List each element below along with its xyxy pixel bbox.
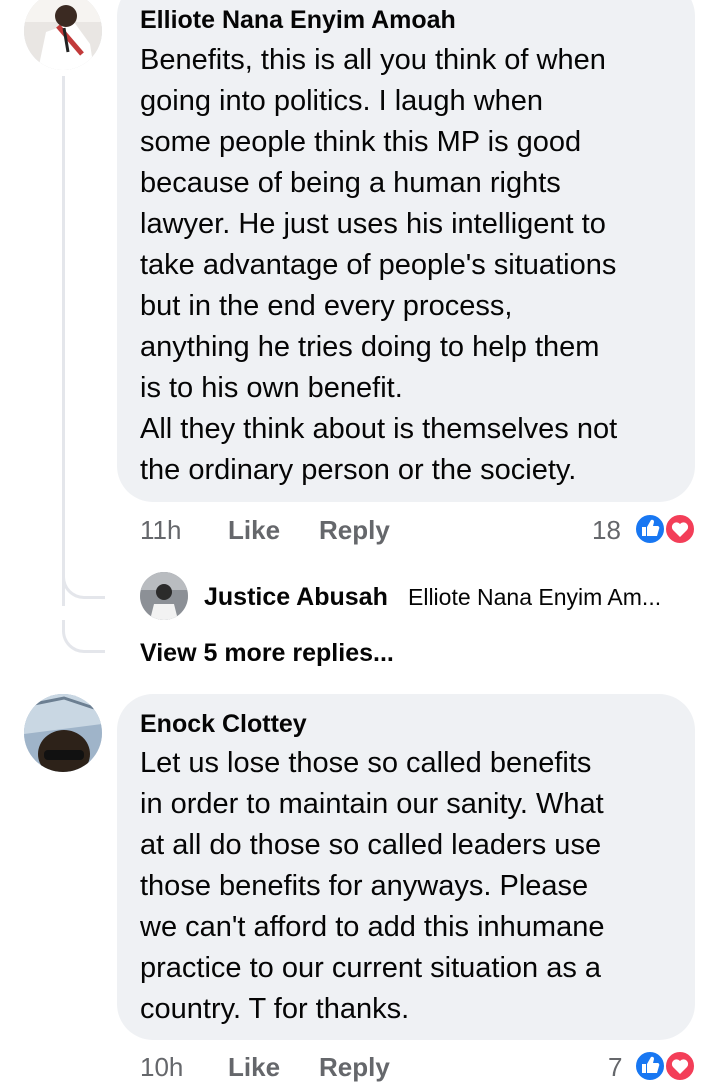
- view-more-replies-link[interactable]: View 5 more replies...: [140, 639, 394, 668]
- reply-snippet[interactable]: Elliote Nana Enyim Am...: [408, 584, 661, 611]
- like-reaction-icon: [634, 1050, 666, 1082]
- avatar[interactable]: [24, 0, 102, 70]
- profile-photo-elliote: [24, 0, 102, 70]
- comment-text: Benefits, this is all you think of when …: [140, 44, 618, 486]
- reply-author[interactable]: Justice Abusah: [204, 583, 388, 612]
- comment-time[interactable]: 10h: [140, 1052, 183, 1083]
- love-reaction-icon: [664, 1050, 696, 1082]
- profile-photo-enock: [24, 694, 102, 772]
- love-reaction-icon: [664, 513, 696, 545]
- like-button[interactable]: Like: [228, 515, 280, 546]
- reactions[interactable]: [633, 1049, 696, 1083]
- reaction-count[interactable]: 18: [592, 515, 621, 546]
- thread-branch: [62, 620, 105, 653]
- like-button[interactable]: Like: [228, 1052, 280, 1083]
- comment-time[interactable]: 11h: [140, 515, 181, 546]
- comment-author[interactable]: Enock Clottey: [140, 710, 307, 739]
- avatar[interactable]: [24, 694, 102, 772]
- reaction-count[interactable]: 7: [608, 1052, 622, 1083]
- comment-text: Let us lose those so called benefits in …: [140, 747, 605, 1025]
- avatar[interactable]: [140, 572, 188, 620]
- reply-button[interactable]: Reply: [319, 515, 390, 546]
- profile-photo-justice: [140, 572, 188, 620]
- reply-button[interactable]: Reply: [319, 1052, 390, 1083]
- thread-branch: [62, 570, 105, 599]
- comment-author[interactable]: Elliote Nana Enyim Amoah: [140, 6, 456, 35]
- like-reaction-icon: [634, 513, 666, 545]
- reactions[interactable]: [633, 512, 696, 546]
- thread-line: [62, 76, 65, 606]
